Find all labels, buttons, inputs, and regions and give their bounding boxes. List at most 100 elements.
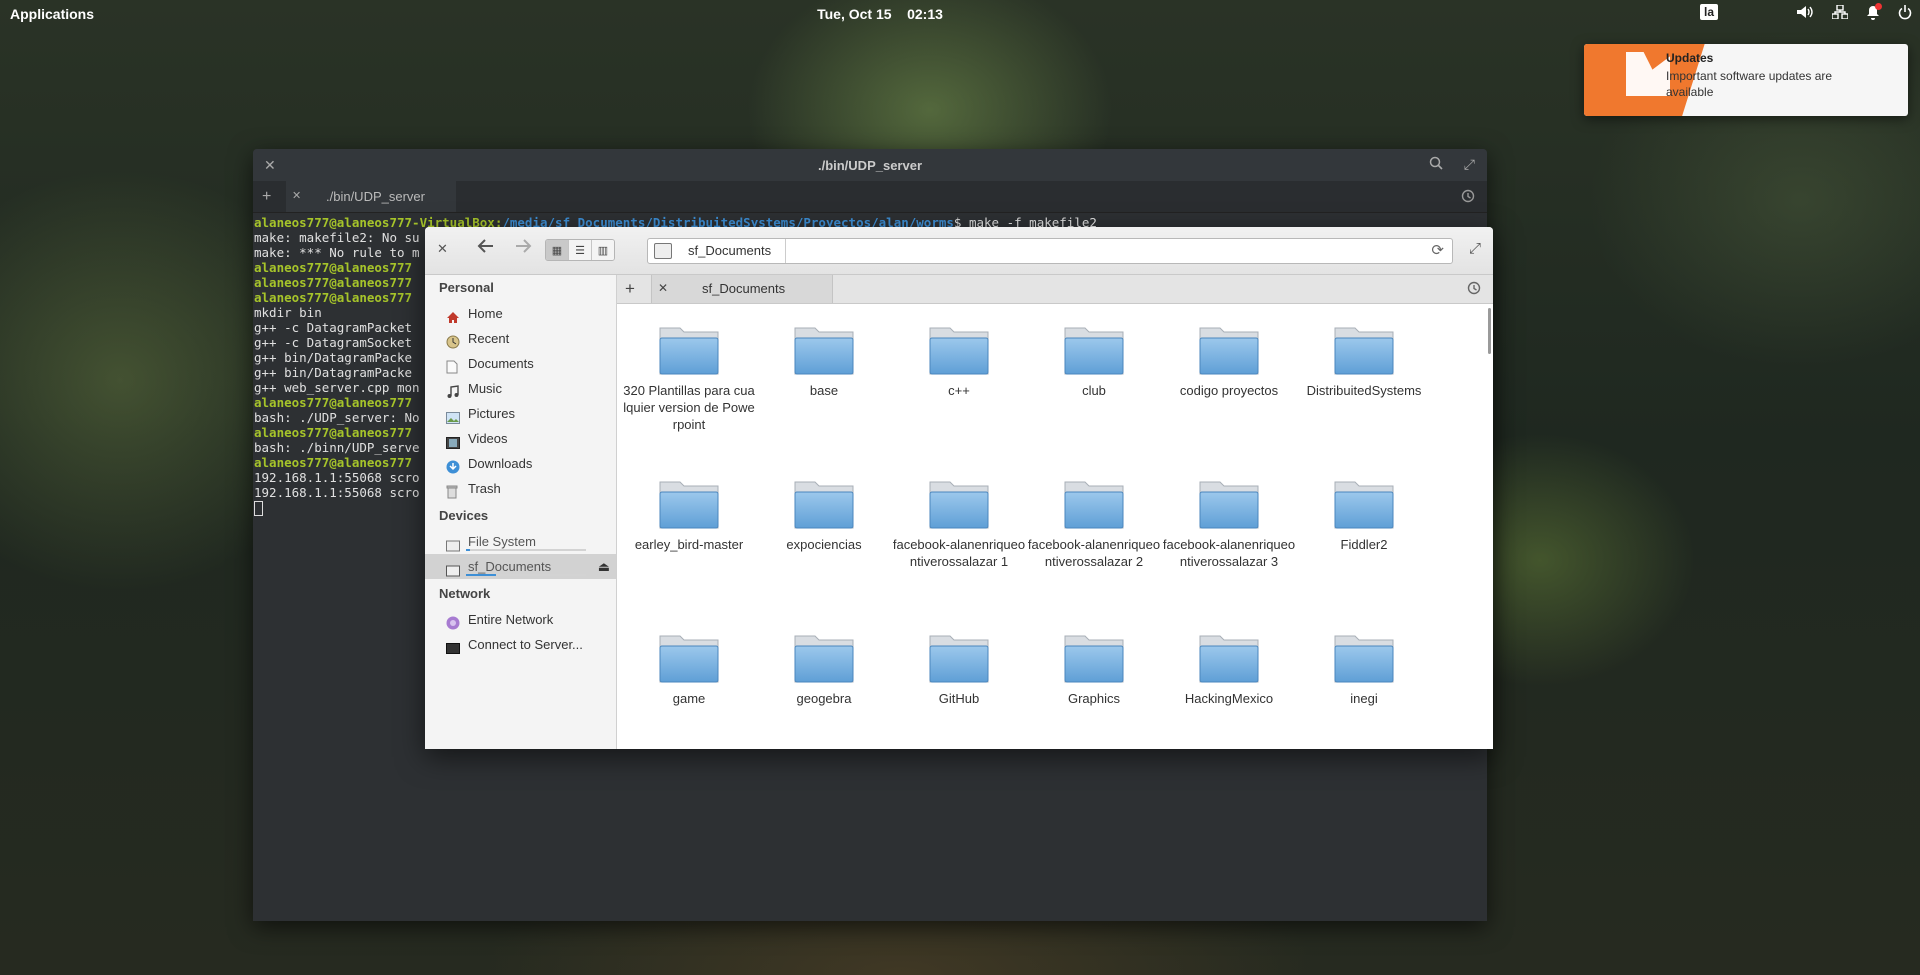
- sidebar-item-pictures[interactable]: Pictures: [425, 401, 616, 426]
- new-tab-icon[interactable]: +: [262, 188, 271, 206]
- top-panel: Applications Tue, Oct 15 02:13 la: [0, 0, 1920, 28]
- folder-icon: [1063, 478, 1125, 530]
- location-bar[interactable]: sf_Documents ⟳: [647, 238, 1453, 264]
- new-tab-icon[interactable]: +: [625, 279, 635, 299]
- close-icon[interactable]: ✕: [437, 241, 448, 257]
- sidebar-item-label: Videos: [468, 431, 508, 446]
- folder-item[interactable]: club: [1027, 324, 1161, 399]
- sidebar-item-trash[interactable]: Trash: [425, 476, 616, 501]
- folder-item[interactable]: game: [622, 632, 756, 707]
- drive-icon: [446, 535, 460, 552]
- folder-grid[interactable]: 320 Plantillas para cualquier version de…: [617, 304, 1493, 749]
- sidebar-item-connect-to-server[interactable]: Connect to Server...: [425, 632, 616, 657]
- keyboard-layout-indicator[interactable]: la: [1699, 4, 1718, 20]
- videos-icon: [446, 432, 460, 449]
- sidebar-item-entire-network[interactable]: Entire Network: [425, 607, 616, 632]
- sidebar-item-music[interactable]: Music: [425, 376, 616, 401]
- notifications-icon[interactable]: [1866, 2, 1882, 20]
- terminal-tab[interactable]: ✕ ./bin/UDP_server: [286, 181, 456, 212]
- folder-icon: [1198, 478, 1260, 530]
- sidebar-header-network: Network: [439, 586, 491, 601]
- terminal-text: mkdir bin: [254, 305, 322, 320]
- terminal-prompt: alaneos777@alaneos777: [254, 275, 413, 290]
- terminal-prompt: alaneos777@alaneos777: [254, 395, 413, 410]
- history-icon[interactable]: [1467, 281, 1481, 300]
- maximize-icon[interactable]: ⤢: [1469, 240, 1481, 257]
- column-view-icon[interactable]: ▥: [592, 240, 614, 260]
- sidebar-item-label: File System: [468, 534, 536, 549]
- sidebar-item-downloads[interactable]: Downloads: [425, 451, 616, 476]
- folder-item[interactable]: GitHub: [892, 632, 1026, 707]
- search-icon[interactable]: [1429, 156, 1443, 173]
- folder-item[interactable]: Graphics: [1027, 632, 1161, 707]
- reload-icon[interactable]: ⟳: [1431, 241, 1444, 259]
- power-icon[interactable]: [1898, 4, 1912, 20]
- sidebar-item-label: Music: [468, 381, 502, 396]
- sidebar-item-sf-documents[interactable]: sf_Documents ⏏: [425, 554, 616, 579]
- folder-item[interactable]: 320 Plantillas para cualquier version de…: [622, 324, 756, 433]
- folder-item[interactable]: DistribuitedSystems: [1297, 324, 1431, 399]
- terminal-text: g++ -c DatagramSocket: [254, 335, 413, 350]
- back-arrow-icon[interactable]: [477, 237, 495, 260]
- folder-item[interactable]: earley_bird-master: [622, 478, 756, 553]
- eject-icon[interactable]: ⏏: [598, 554, 610, 579]
- trash-icon: [446, 482, 460, 499]
- sidebar-item-label: Connect to Server...: [468, 637, 583, 652]
- sidebar-item-label: Recent: [468, 331, 510, 346]
- history-icon[interactable]: [1461, 189, 1475, 206]
- close-tab-icon[interactable]: ✕: [658, 281, 668, 295]
- terminal-titlebar[interactable]: ✕ ./bin/UDP_server ⤢: [253, 149, 1487, 181]
- sidebar-item-home[interactable]: Home: [425, 301, 616, 326]
- breadcrumb-sf-documents[interactable]: sf_Documents: [648, 239, 786, 263]
- folder-item[interactable]: facebook-alanenriqueontiverossalazar 1: [892, 478, 1026, 570]
- home-icon: [446, 307, 460, 323]
- close-tab-icon[interactable]: ✕: [292, 189, 301, 202]
- icon-view-icon[interactable]: ▦: [546, 240, 569, 260]
- folder-item[interactable]: geogebra: [757, 632, 891, 707]
- forward-arrow-icon[interactable]: [514, 237, 532, 260]
- terminal-text: 192.168.1.1:55068 scro: [254, 470, 420, 485]
- scrollbar[interactable]: [1488, 308, 1491, 354]
- folder-item[interactable]: inegi: [1297, 632, 1431, 707]
- downloads-icon: [446, 457, 460, 474]
- folder-label: codigo proyectos: [1179, 383, 1279, 398]
- folder-item[interactable]: HackingMexico: [1162, 632, 1296, 707]
- sidebar-item-label: Downloads: [468, 456, 533, 471]
- volume-icon[interactable]: [1796, 5, 1814, 19]
- network-icon[interactable]: [1832, 5, 1848, 19]
- folder-item[interactable]: expociencias: [757, 478, 891, 553]
- files-headerbar[interactable]: ✕ ▦ ☰ ▥ sf_Documents ⟳ ⤢: [425, 227, 1493, 275]
- panel-clock[interactable]: Tue, Oct 15 02:13: [0, 6, 1760, 22]
- folder-item[interactable]: c++: [892, 324, 1026, 399]
- folder-label: 320 Plantillas para cualquier version de…: [623, 383, 755, 432]
- folder-item[interactable]: facebook-alanenriqueontiverossalazar 3: [1162, 478, 1296, 570]
- folder-icon: [793, 632, 855, 684]
- folder-label: facebook-alanenriqueontiverossalazar 1: [892, 537, 1026, 569]
- files-window[interactable]: ✕ ▦ ☰ ▥ sf_Documents ⟳ ⤢ Personal Home R…: [425, 227, 1493, 749]
- folder-item[interactable]: Fiddler2: [1297, 478, 1431, 553]
- sidebar-item-videos[interactable]: Videos: [425, 426, 616, 451]
- sidebar-header-personal: Personal: [439, 280, 494, 295]
- terminal-prompt: alaneos777@alaneos777: [254, 260, 413, 275]
- list-view-icon[interactable]: ☰: [569, 240, 592, 260]
- folder-item[interactable]: base: [757, 324, 891, 399]
- sidebar-item-recent[interactable]: Recent: [425, 326, 616, 351]
- folder-icon: [793, 324, 855, 376]
- sidebar-header-devices: Devices: [439, 508, 489, 523]
- sidebar-item-documents[interactable]: Documents: [425, 351, 616, 376]
- terminal-cursor: [254, 501, 263, 516]
- sidebar-item-file-system[interactable]: File System: [425, 529, 616, 554]
- maximize-icon[interactable]: ⤢: [1464, 156, 1475, 173]
- terminal-text: bash: ./binn/UDP_serve: [254, 440, 420, 455]
- files-tab[interactable]: ✕ sf_Documents: [651, 275, 833, 303]
- folder-item[interactable]: facebook-alanenriqueontiverossalazar 2: [1027, 478, 1161, 570]
- folder-icon: [1333, 632, 1395, 684]
- folder-item[interactable]: codigo proyectos: [1162, 324, 1296, 399]
- folder-icon: [1333, 324, 1395, 376]
- terminal-text: g++ -c DatagramPacket: [254, 320, 413, 335]
- sidebar-item-label: sf_Documents: [468, 559, 552, 574]
- music-icon: [446, 382, 460, 398]
- update-notification[interactable]: Updates Important software updates are a…: [1584, 44, 1908, 116]
- files-tab-label: sf_Documents: [702, 281, 786, 296]
- disk-usage-bar: [466, 574, 586, 576]
